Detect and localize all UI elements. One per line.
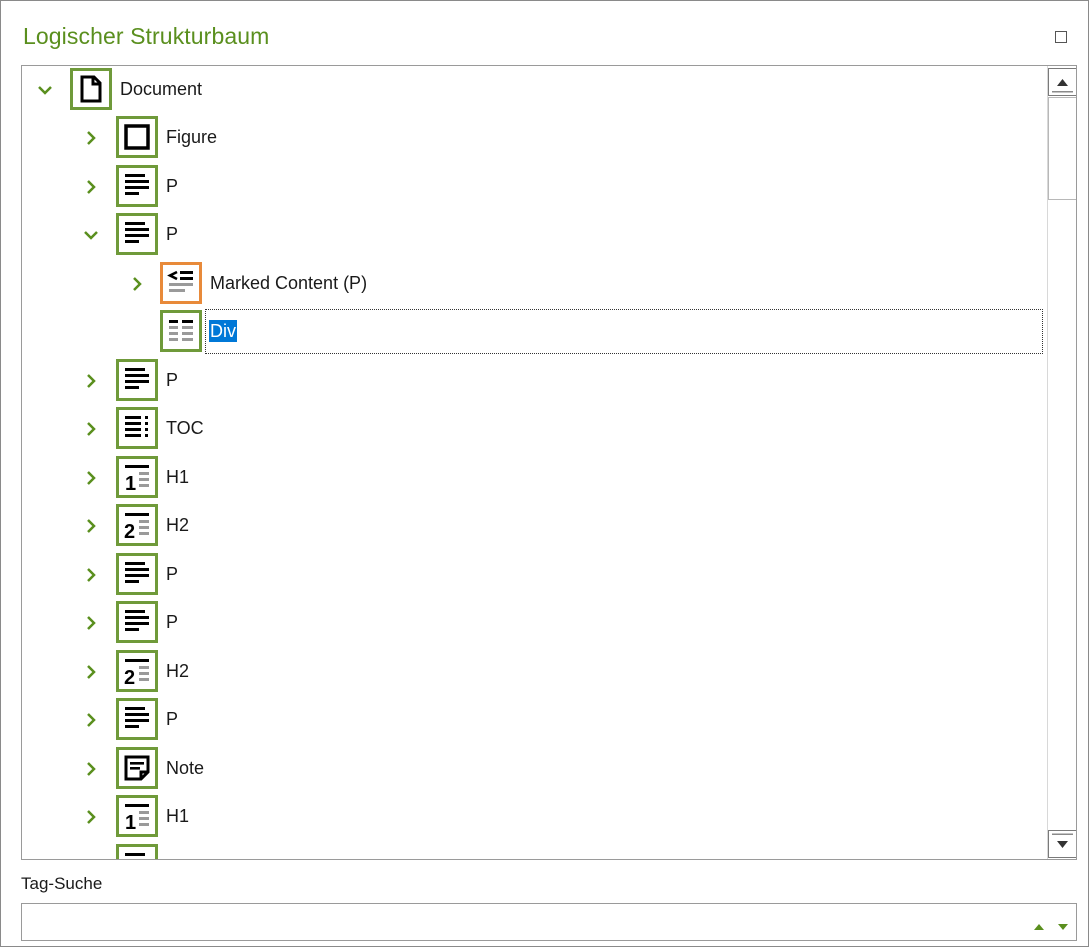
chevron-right-icon[interactable] bbox=[82, 614, 100, 632]
chevron-right-icon[interactable] bbox=[82, 760, 100, 778]
heading-2-icon: 2 bbox=[116, 504, 158, 546]
structure-tree-panel: Logischer Strukturbaum Document Figure P… bbox=[0, 0, 1089, 947]
toc-icon bbox=[116, 407, 158, 449]
selection-focus-box bbox=[205, 309, 1043, 354]
tree-item-label: P bbox=[166, 564, 179, 584]
chevron-right-icon[interactable] bbox=[82, 178, 100, 196]
tree-item-p[interactable]: P bbox=[22, 212, 1044, 258]
chevron-right-icon[interactable] bbox=[82, 517, 100, 535]
tree-item-label: P bbox=[166, 709, 179, 729]
paragraph-icon bbox=[116, 165, 158, 207]
scroll-up-button[interactable] bbox=[1048, 68, 1076, 96]
paragraph-icon bbox=[116, 553, 158, 595]
div-icon bbox=[160, 310, 202, 352]
document-icon bbox=[70, 68, 112, 110]
tree-item-p[interactable]: P bbox=[22, 697, 1044, 743]
paragraph-icon bbox=[116, 213, 158, 255]
tree-item-p[interactable]: P bbox=[22, 164, 1044, 210]
chevron-right-icon[interactable] bbox=[82, 372, 100, 390]
paragraph-icon bbox=[116, 601, 158, 643]
tree-item-label: H1 bbox=[166, 467, 190, 487]
tree-item-label: P bbox=[166, 612, 179, 632]
marked-content-icon bbox=[160, 262, 202, 304]
arrow-down-icon[interactable] bbox=[1057, 918, 1069, 936]
tree-item-h2[interactable]: 2 H2 bbox=[22, 503, 1044, 549]
heading-1-icon: 1 bbox=[116, 795, 158, 837]
heading-2-icon: 2 bbox=[116, 650, 158, 692]
tree-item-p[interactable]: P bbox=[22, 600, 1044, 646]
tree-item-label: Marked Content (P) bbox=[210, 273, 368, 293]
tree-item-label: P bbox=[166, 176, 179, 196]
maximize-icon[interactable] bbox=[1055, 31, 1067, 43]
tree-item-h1[interactable]: 1 H1 bbox=[22, 455, 1044, 501]
scrollbar-thumb[interactable] bbox=[1048, 97, 1076, 200]
svg-text:2: 2 bbox=[124, 667, 135, 689]
tree-item-partial[interactable] bbox=[22, 843, 1044, 859]
tree-item-label: TOC bbox=[166, 418, 204, 438]
paragraph-icon bbox=[116, 359, 158, 401]
tree-item-figure[interactable]: Figure bbox=[22, 115, 1044, 161]
chevron-down-icon[interactable] bbox=[36, 81, 54, 99]
paragraph-icon bbox=[116, 698, 158, 740]
paragraph-icon bbox=[116, 844, 158, 859]
vertical-scrollbar[interactable] bbox=[1047, 66, 1076, 859]
tree-item-label: P bbox=[166, 370, 179, 390]
tree-item-p[interactable]: P bbox=[22, 358, 1044, 404]
chevron-right-icon[interactable] bbox=[82, 129, 100, 147]
tag-search-field[interactable] bbox=[21, 903, 1077, 941]
svg-text:2: 2 bbox=[124, 521, 135, 543]
tree-item-label: H2 bbox=[166, 515, 190, 535]
tree-item-label: Document bbox=[120, 79, 203, 99]
scroll-down-button[interactable] bbox=[1048, 830, 1076, 858]
tree-item-label: P bbox=[166, 224, 179, 244]
tree-item-note[interactable]: Note bbox=[22, 746, 1044, 792]
chevron-right-icon[interactable] bbox=[82, 469, 100, 487]
tree-item-label: Figure bbox=[166, 127, 218, 147]
tree-item-h2[interactable]: 2 H2 bbox=[22, 649, 1044, 695]
tree-item-label: H2 bbox=[166, 661, 190, 681]
tree-item-p[interactable]: P bbox=[22, 552, 1044, 598]
chevron-right-icon[interactable] bbox=[128, 275, 146, 293]
tree-item-marked-content[interactable]: Marked Content (P) bbox=[22, 261, 1044, 307]
heading-1-icon: 1 bbox=[116, 456, 158, 498]
svg-text:1: 1 bbox=[125, 473, 136, 495]
figure-icon bbox=[116, 116, 158, 158]
tree-item-toc[interactable]: TOC bbox=[22, 406, 1044, 452]
chevron-right-icon[interactable] bbox=[82, 420, 100, 438]
chevron-right-icon[interactable] bbox=[82, 663, 100, 681]
tree-item-h1[interactable]: 1 H1 bbox=[22, 794, 1044, 840]
arrow-up-icon[interactable] bbox=[1033, 918, 1045, 936]
tag-search-label: Tag-Suche bbox=[21, 874, 103, 893]
tree-item-label-selected[interactable]: Div bbox=[209, 320, 237, 342]
chevron-right-icon[interactable] bbox=[82, 566, 100, 584]
chevron-right-icon[interactable] bbox=[82, 808, 100, 826]
tag-search-input[interactable] bbox=[26, 908, 1010, 938]
svg-text:1: 1 bbox=[125, 812, 136, 834]
panel-title: Logischer Strukturbaum bbox=[23, 23, 270, 49]
tree-item-document[interactable]: Document bbox=[22, 67, 1044, 113]
chevron-right-icon[interactable] bbox=[82, 711, 100, 729]
tree-item-label: Note bbox=[166, 758, 205, 778]
tree-item-label: H1 bbox=[166, 806, 190, 826]
chevron-down-icon[interactable] bbox=[82, 226, 100, 244]
note-icon bbox=[116, 747, 158, 789]
structure-tree: Document Figure P P Marked Content (P) D… bbox=[21, 65, 1077, 860]
